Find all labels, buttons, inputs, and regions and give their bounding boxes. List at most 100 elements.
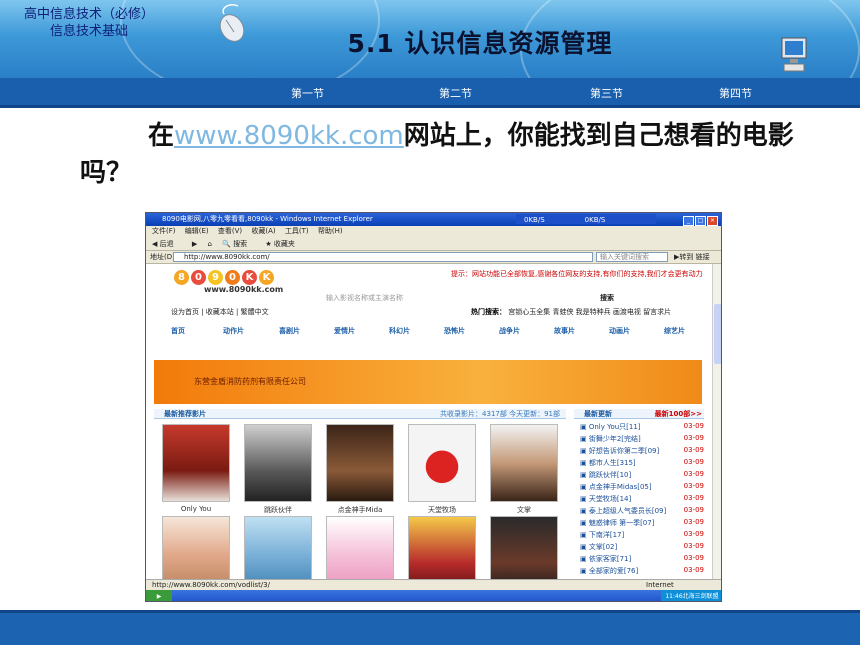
go-button[interactable]: ▶转到 链接: [674, 251, 710, 264]
news-item[interactable]: ▣ 都市人生[315] 03-09: [580, 458, 704, 468]
news-item-title: 都市人生[315]: [588, 459, 636, 467]
cat-action[interactable]: 动作片: [223, 326, 244, 336]
recommend-title: 最新推荐影片: [164, 410, 206, 418]
news-item-title: 泰上超级人气委员长[09]: [588, 507, 667, 515]
menu-favorites[interactable]: 收藏(A): [251, 227, 275, 235]
start-button[interactable]: ▶: [146, 590, 172, 601]
news-item[interactable]: ▣ 天堂牧场[14] 03-09: [580, 494, 704, 504]
browser-screenshot: 8090电影网,八零九零看看,8090kk - Windows Internet…: [145, 212, 722, 602]
ad-banner[interactable]: 东营金盾消防药剂有限责任公司: [154, 360, 702, 404]
film-poster[interactable]: [244, 424, 312, 502]
film-title[interactable]: Only You: [161, 505, 231, 513]
site-link[interactable]: www.8090kk.com: [174, 121, 404, 151]
maximize-icon[interactable]: □: [695, 216, 706, 226]
course-line-1: 高中信息技术（必修）: [23, 7, 154, 22]
news-item-title: 依家客家[71]: [588, 555, 632, 563]
news-item-title: Only You只[11]: [588, 423, 641, 431]
news-item[interactable]: ▣ 点金神手Midas[05] 03-09: [580, 482, 704, 492]
news-item[interactable]: ▣ 全部家的爱[76] 03-09: [580, 566, 704, 576]
news-date: 03-09: [683, 434, 704, 442]
film-title[interactable]: 点金神手Mida: [325, 505, 395, 515]
news-item[interactable]: ▣ 泰上超级人气委员长[09] 03-09: [580, 506, 704, 516]
news-item-title: 街舞少年2[完结]: [588, 435, 641, 443]
menu-view[interactable]: 查看(V): [218, 227, 242, 235]
news-date: 03-09: [683, 530, 704, 538]
site-subnav[interactable]: 设为首页 | 收藏本站 | 繁體中文: [171, 307, 269, 317]
news-item-title: 跳跃伙伴[10]: [588, 471, 632, 479]
ie-search-input[interactable]: 输入关键词搜索: [596, 252, 668, 262]
back-button[interactable]: ◀ 后退: [152, 240, 182, 248]
news-date: 03-09: [683, 518, 704, 526]
favorites-label: 收藏夹: [273, 240, 295, 248]
news-item-title: 下南洋[17]: [588, 531, 625, 539]
home-icon[interactable]: ⌂: [207, 240, 211, 248]
film-poster[interactable]: [408, 424, 476, 502]
page-title: 5.1 认识信息资源管理: [347, 29, 613, 58]
window-title: 8090电影网,八零九零看看,8090kk - Windows Internet…: [162, 215, 373, 223]
news-item[interactable]: ▣ Only You只[11] 03-09: [580, 422, 704, 432]
back-label: 后退: [159, 240, 174, 248]
cat-horror[interactable]: 恐怖片: [444, 326, 465, 336]
hot-search: 热门搜索： 宫锁心玉全集 青蛙侠 我是特种兵 画渡电视 留言求片: [471, 307, 671, 317]
site-notice: 提示：网站功能已全部恢复,感谢各位网友的支持,有你们的支持,我们才会更有动力: [451, 270, 703, 278]
film-title[interactable]: 天堂牧场: [407, 505, 477, 515]
mouse-icon: [219, 3, 245, 42]
news-item[interactable]: ▣ 依家客家[71] 03-09: [580, 554, 704, 564]
site-search-button[interactable]: 搜索: [600, 293, 614, 303]
cat-war[interactable]: 战争片: [499, 326, 520, 336]
menu-tools[interactable]: 工具(T): [285, 227, 309, 235]
news-item[interactable]: ▣ 好想告诉你第二季[09] 03-09: [580, 446, 704, 456]
menu-edit[interactable]: 编辑(E): [185, 227, 209, 235]
news-date: 03-09: [683, 494, 704, 502]
slide-footer: [0, 610, 860, 645]
address-input[interactable]: http://www.8090kk.com/: [173, 252, 593, 262]
section-nav: 第一节 第二节 第三节 第四节: [0, 78, 860, 108]
close-icon[interactable]: ×: [707, 216, 718, 226]
film-title[interactable]: 跳跃伙伴: [243, 505, 313, 515]
hot-items[interactable]: 宫锁心玉全集 青蛙侠 我是特种兵 画渡电视 留言求片: [508, 308, 671, 316]
menu-file[interactable]: 文件(F): [152, 227, 176, 235]
news-more-link[interactable]: 最新100部>>: [655, 409, 702, 419]
recommend-header: 最新推荐影片 共收录影片：4317部 今天更新：91部: [154, 409, 566, 419]
speed-b: 0KB/S: [584, 216, 606, 224]
search-button[interactable]: 🔍 搜索: [222, 240, 255, 248]
cat-comedy[interactable]: 喜剧片: [279, 326, 300, 336]
film-poster[interactable]: [162, 424, 230, 502]
news-item[interactable]: ▣ 街舞少年2[完结] 03-09: [580, 434, 704, 444]
nav-section-1[interactable]: 第一节: [291, 85, 324, 101]
site-search-input[interactable]: 输入影视名称或主演名称: [326, 293, 403, 303]
news-date: 03-09: [683, 422, 704, 430]
cat-scifi[interactable]: 科幻片: [389, 326, 410, 336]
menu-help[interactable]: 帮助(H): [318, 227, 343, 235]
news-date: 03-09: [683, 506, 704, 514]
cat-home[interactable]: 首页: [171, 326, 185, 336]
links-label: 链接: [695, 253, 710, 261]
forward-icon[interactable]: ▶: [192, 240, 197, 248]
question-before: 在: [148, 121, 175, 151]
news-header: 最新更新 最新100部>>: [574, 409, 704, 419]
course-title: 高中信息技术（必修） 信息技术基础: [4, 6, 174, 40]
film-poster[interactable]: [326, 424, 394, 502]
nav-section-2[interactable]: 第二节: [439, 85, 472, 101]
vertical-scrollbar[interactable]: [712, 264, 721, 579]
favorites-button[interactable]: ★ 收藏夹: [265, 240, 303, 248]
taskbar-clock: 11:46北海三剑联盟: [661, 590, 721, 601]
news-item[interactable]: ▣ 文掌[02] 03-09: [580, 542, 704, 552]
news-item[interactable]: ▣ 下南洋[17] 03-09: [580, 530, 704, 540]
film-poster[interactable]: [490, 424, 558, 502]
hot-label: 热门搜索：: [471, 308, 506, 316]
cat-variety[interactable]: 综艺片: [664, 326, 685, 336]
minimize-icon[interactable]: _: [683, 216, 694, 226]
scroll-thumb[interactable]: [714, 304, 721, 364]
site-logo[interactable]: 8090KK www.8090kk.com: [174, 270, 284, 304]
cat-drama[interactable]: 故事片: [554, 326, 575, 336]
news-item[interactable]: ▣ 魅惑律师 第一季[07] 03-09: [580, 518, 704, 528]
news-item[interactable]: ▣ 跳跃伙伴[10] 03-09: [580, 470, 704, 480]
speed-meter: 0KB/S 0KB/S: [516, 214, 656, 224]
nav-section-3[interactable]: 第三节: [590, 85, 623, 101]
film-title[interactable]: 文掌: [489, 505, 559, 515]
nav-section-4[interactable]: 第四节: [719, 85, 752, 101]
cat-romance[interactable]: 爱情片: [334, 326, 355, 336]
cat-animation[interactable]: 动画片: [609, 326, 630, 336]
news-item-title: 点金神手Midas[05]: [588, 483, 652, 491]
